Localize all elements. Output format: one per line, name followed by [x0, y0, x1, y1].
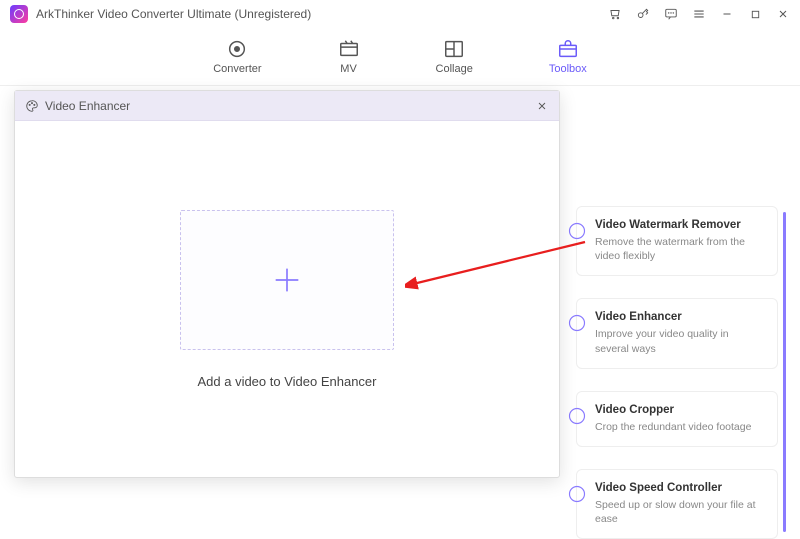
speed-icon: [567, 484, 587, 504]
scrollbar[interactable]: [783, 212, 786, 532]
dialog-body: Add a video to Video Enhancer: [15, 121, 559, 477]
tab-collage[interactable]: Collage: [436, 39, 473, 75]
tool-card-enhancer[interactable]: Video Enhancer Improve your video qualit…: [576, 298, 778, 368]
tool-title: Video Cropper: [595, 404, 765, 416]
tool-title: Video Watermark Remover: [595, 219, 765, 231]
main-tabs: Converter MV Collage Toolbox: [0, 28, 800, 86]
tab-label: Toolbox: [549, 63, 587, 75]
dialog-title: Video Enhancer: [45, 99, 130, 113]
tool-title: Video Enhancer: [595, 311, 765, 323]
toolbox-icon: [557, 39, 579, 59]
video-enhancer-dialog: Video Enhancer Add a video to Video Enha…: [14, 90, 560, 478]
tab-label: Collage: [436, 63, 473, 75]
tool-card-cropper[interactable]: Video Cropper Crop the redundant video f…: [576, 391, 778, 447]
feedback-icon[interactable]: [664, 7, 678, 21]
dropzone-label: Add a video to Video Enhancer: [197, 374, 376, 389]
tool-card-speed[interactable]: Video Speed Controller Speed up or slow …: [576, 469, 778, 539]
tab-mv[interactable]: MV: [338, 39, 360, 75]
titlebar: ArkThinker Video Converter Ultimate (Unr…: [0, 0, 800, 28]
tool-title: Video Speed Controller: [595, 482, 765, 494]
close-button[interactable]: [776, 7, 790, 21]
cart-icon[interactable]: [608, 7, 622, 21]
tab-converter[interactable]: Converter: [213, 39, 261, 75]
app-logo-icon: [10, 5, 28, 23]
titlebar-buttons: [608, 7, 790, 21]
mv-icon: [338, 39, 360, 59]
minimize-button[interactable]: [720, 7, 734, 21]
maximize-button[interactable]: [748, 7, 762, 21]
add-video-dropzone[interactable]: [180, 210, 394, 350]
watermark-icon: [567, 221, 587, 241]
tab-toolbox[interactable]: Toolbox: [549, 39, 587, 75]
tool-card-watermark-remover[interactable]: Video Watermark Remover Remove the water…: [576, 206, 778, 276]
tool-list: Video Watermark Remover Remove the water…: [576, 206, 778, 539]
tool-desc: Remove the watermark from the video flex…: [595, 235, 765, 263]
cropper-icon: [567, 406, 587, 426]
plus-icon: [270, 263, 304, 297]
collage-icon: [443, 39, 465, 59]
palette-icon: [25, 99, 39, 113]
tool-desc: Improve your video quality in several wa…: [595, 327, 765, 355]
key-icon[interactable]: [636, 7, 650, 21]
menu-icon[interactable]: [692, 7, 706, 21]
tool-desc: Speed up or slow down your file at ease: [595, 498, 765, 526]
dialog-close-button[interactable]: [535, 99, 549, 113]
tab-label: MV: [340, 63, 357, 75]
converter-icon: [226, 39, 248, 59]
dialog-header: Video Enhancer: [15, 91, 559, 121]
enhancer-icon: [567, 313, 587, 333]
app-title: ArkThinker Video Converter Ultimate (Unr…: [36, 7, 311, 21]
tool-desc: Crop the redundant video footage: [595, 420, 765, 434]
tab-label: Converter: [213, 63, 261, 75]
